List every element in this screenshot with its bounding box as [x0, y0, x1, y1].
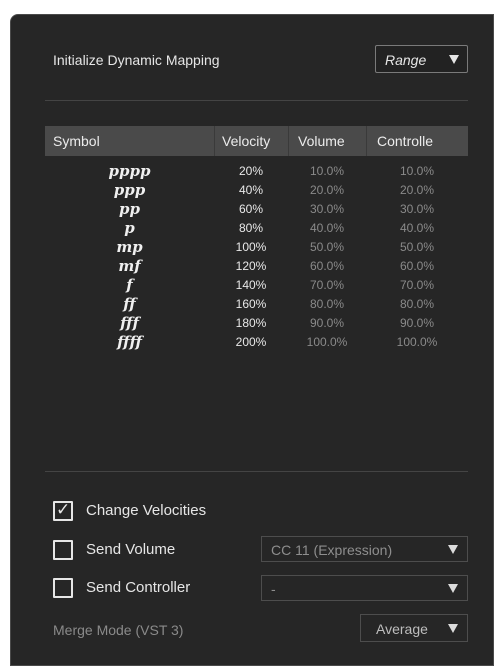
- volume-value[interactable]: 100.0%: [288, 333, 366, 352]
- column-header-velocity[interactable]: Velocity: [222, 126, 292, 156]
- dropdown-arrow-icon: [449, 55, 459, 64]
- volume-controller-dropdown[interactable]: CC 11 (Expression): [261, 536, 468, 562]
- column-header-volume[interactable]: Volume: [298, 126, 368, 156]
- controller-dropdown[interactable]: -: [261, 575, 468, 601]
- merge-mode-label: Merge Mode (VST 3): [53, 622, 184, 638]
- panel-title: Initialize Dynamic Mapping: [53, 52, 220, 68]
- range-select[interactable]: Range: [375, 45, 468, 73]
- volume-value[interactable]: 50.0%: [288, 238, 366, 257]
- controller-value[interactable]: 50.0%: [366, 238, 468, 257]
- dynamic-symbol: mp: [116, 238, 143, 256]
- dropdown-arrow-icon: [448, 584, 458, 593]
- table-row[interactable]: ffff 200% 100.0% 100.0%: [45, 333, 468, 352]
- controller-value[interactable]: 60.0%: [366, 257, 468, 276]
- separator: [45, 471, 468, 472]
- separator: [45, 100, 468, 101]
- merge-mode-dropdown[interactable]: Average: [360, 614, 468, 642]
- column-divider: [288, 126, 289, 156]
- velocity-value[interactable]: 200%: [214, 333, 288, 352]
- column-divider: [366, 126, 367, 156]
- range-select-value: Range: [385, 52, 427, 68]
- table-row[interactable]: p 80% 40.0% 40.0%: [45, 219, 468, 238]
- dynamic-symbol: ffff: [117, 333, 142, 351]
- change-velocities-checkbox[interactable]: ✓: [53, 500, 73, 521]
- column-header-controller[interactable]: Controlle: [377, 126, 445, 156]
- volume-value[interactable]: 20.0%: [288, 181, 366, 200]
- controller-dropdown-value: -: [271, 581, 276, 597]
- dynamic-symbol: p: [124, 219, 135, 237]
- checkmark-icon: ✓: [56, 500, 71, 520]
- send-controller-checkbox[interactable]: [53, 578, 73, 598]
- send-controller-label[interactable]: Send Controller: [86, 579, 190, 596]
- send-volume-checkbox[interactable]: [53, 540, 73, 560]
- controller-value[interactable]: 40.0%: [366, 219, 468, 238]
- controller-value[interactable]: 20.0%: [366, 181, 468, 200]
- table-row[interactable]: ppp 40% 20.0% 20.0%: [45, 181, 468, 200]
- volume-value[interactable]: 30.0%: [288, 200, 366, 219]
- velocity-value[interactable]: 160%: [214, 295, 288, 314]
- dynamic-symbol: mf: [118, 257, 141, 275]
- table-row[interactable]: f 140% 70.0% 70.0%: [45, 276, 468, 295]
- velocity-value[interactable]: 40%: [214, 181, 288, 200]
- volume-value[interactable]: 60.0%: [288, 257, 366, 276]
- table-header: Symbol Velocity Volume Controlle: [45, 126, 468, 156]
- velocity-value[interactable]: 140%: [214, 276, 288, 295]
- table-row[interactable]: pppp 20% 10.0% 10.0%: [45, 162, 468, 181]
- merge-mode-value: Average: [376, 621, 428, 637]
- velocity-value[interactable]: 80%: [214, 219, 288, 238]
- table-row[interactable]: fff 180% 90.0% 90.0%: [45, 314, 468, 333]
- controller-value[interactable]: 100.0%: [366, 333, 468, 352]
- volume-value[interactable]: 90.0%: [288, 314, 366, 333]
- dropdown-arrow-icon: [448, 545, 458, 554]
- send-volume-label[interactable]: Send Volume: [86, 541, 175, 558]
- dynamic-symbol: ppp: [113, 181, 146, 199]
- dropdown-arrow-icon: [448, 624, 458, 633]
- column-divider: [214, 126, 215, 156]
- controller-value[interactable]: 90.0%: [366, 314, 468, 333]
- dynamic-symbol: f: [126, 276, 133, 294]
- table-row[interactable]: pp 60% 30.0% 30.0%: [45, 200, 468, 219]
- velocity-value[interactable]: 20%: [214, 162, 288, 181]
- controller-value[interactable]: 70.0%: [366, 276, 468, 295]
- volume-value[interactable]: 10.0%: [288, 162, 366, 181]
- volume-value[interactable]: 80.0%: [288, 295, 366, 314]
- velocity-value[interactable]: 60%: [214, 200, 288, 219]
- table-row[interactable]: mf 120% 60.0% 60.0%: [45, 257, 468, 276]
- controller-value[interactable]: 80.0%: [366, 295, 468, 314]
- dynamic-symbol: ff: [123, 295, 136, 313]
- velocity-value[interactable]: 120%: [214, 257, 288, 276]
- table-row[interactable]: ff 160% 80.0% 80.0%: [45, 295, 468, 314]
- table-row[interactable]: mp 100% 50.0% 50.0%: [45, 238, 468, 257]
- column-header-symbol[interactable]: Symbol: [53, 126, 213, 156]
- dynamic-symbol: pp: [119, 200, 140, 218]
- volume-value[interactable]: 70.0%: [288, 276, 366, 295]
- volume-controller-value: CC 11 (Expression): [271, 542, 393, 558]
- controller-value[interactable]: 30.0%: [366, 200, 468, 219]
- velocity-value[interactable]: 100%: [214, 238, 288, 257]
- dynamic-symbol: pppp: [108, 162, 151, 180]
- change-velocities-label[interactable]: Change Velocities: [86, 502, 206, 519]
- velocity-value[interactable]: 180%: [214, 314, 288, 333]
- volume-value[interactable]: 40.0%: [288, 219, 366, 238]
- controller-value[interactable]: 10.0%: [366, 162, 468, 181]
- dynamic-symbol: fff: [120, 314, 139, 332]
